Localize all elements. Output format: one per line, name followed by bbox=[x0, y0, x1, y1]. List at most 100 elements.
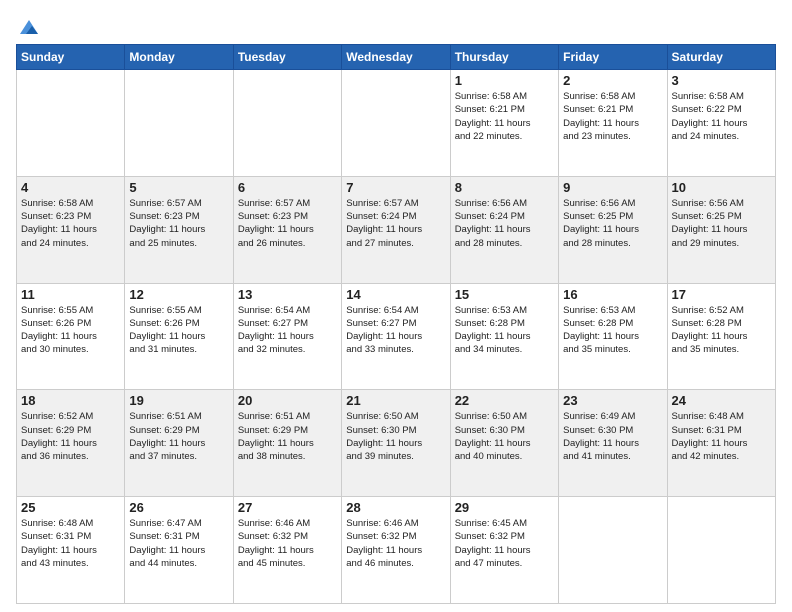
day-info: Sunrise: 6:58 AM Sunset: 6:23 PM Dayligh… bbox=[21, 197, 120, 250]
calendar-week-row: 11 Sunrise: 6:55 AM Sunset: 6:26 PM Dayli… bbox=[17, 283, 776, 390]
calendar-cell: 5 Sunrise: 6:57 AM Sunset: 6:23 PM Daylig… bbox=[125, 176, 233, 283]
day-number: 8 bbox=[455, 180, 554, 195]
day-number: 13 bbox=[238, 287, 337, 302]
day-info: Sunrise: 6:53 AM Sunset: 6:28 PM Dayligh… bbox=[455, 304, 554, 357]
calendar-week-row: 25 Sunrise: 6:48 AM Sunset: 6:31 PM Dayli… bbox=[17, 497, 776, 604]
day-info: Sunrise: 6:48 AM Sunset: 6:31 PM Dayligh… bbox=[21, 517, 120, 570]
day-number: 25 bbox=[21, 500, 120, 515]
day-info: Sunrise: 6:56 AM Sunset: 6:25 PM Dayligh… bbox=[563, 197, 662, 250]
calendar-cell: 24 Sunrise: 6:48 AM Sunset: 6:31 PM Dayli… bbox=[667, 390, 775, 497]
day-info: Sunrise: 6:55 AM Sunset: 6:26 PM Dayligh… bbox=[129, 304, 228, 357]
calendar-cell: 1Sunrise: 6:58 AM Sunset: 6:21 PM Daylig… bbox=[450, 70, 558, 177]
day-info: Sunrise: 6:49 AM Sunset: 6:30 PM Dayligh… bbox=[563, 410, 662, 463]
calendar-cell: 11 Sunrise: 6:55 AM Sunset: 6:26 PM Dayli… bbox=[17, 283, 125, 390]
day-info: Sunrise: 6:54 AM Sunset: 6:27 PM Dayligh… bbox=[238, 304, 337, 357]
day-number: 22 bbox=[455, 393, 554, 408]
day-number: 28 bbox=[346, 500, 445, 515]
day-info: Sunrise: 6:57 AM Sunset: 6:24 PM Dayligh… bbox=[346, 197, 445, 250]
day-number: 27 bbox=[238, 500, 337, 515]
calendar-cell: 21Sunrise: 6:50 AM Sunset: 6:30 PM Dayli… bbox=[342, 390, 450, 497]
day-info: Sunrise: 6:50 AM Sunset: 6:30 PM Dayligh… bbox=[455, 410, 554, 463]
calendar-cell: 3 Sunrise: 6:58 AM Sunset: 6:22 PM Daylig… bbox=[667, 70, 775, 177]
calendar-cell: 25 Sunrise: 6:48 AM Sunset: 6:31 PM Dayli… bbox=[17, 497, 125, 604]
calendar-cell: 22 Sunrise: 6:50 AM Sunset: 6:30 PM Dayli… bbox=[450, 390, 558, 497]
day-number: 18 bbox=[21, 393, 120, 408]
day-number: 23 bbox=[563, 393, 662, 408]
calendar-cell: 10 Sunrise: 6:56 AM Sunset: 6:25 PM Dayli… bbox=[667, 176, 775, 283]
day-info: Sunrise: 6:52 AM Sunset: 6:29 PM Dayligh… bbox=[21, 410, 120, 463]
calendar-cell: 29 Sunrise: 6:45 AM Sunset: 6:32 PM Dayli… bbox=[450, 497, 558, 604]
day-info: Sunrise: 6:46 AM Sunset: 6:32 PM Dayligh… bbox=[346, 517, 445, 570]
calendar-week-row: 4 Sunrise: 6:58 AM Sunset: 6:23 PM Daylig… bbox=[17, 176, 776, 283]
day-info: Sunrise: 6:56 AM Sunset: 6:24 PM Dayligh… bbox=[455, 197, 554, 250]
calendar-cell: 18 Sunrise: 6:52 AM Sunset: 6:29 PM Dayli… bbox=[17, 390, 125, 497]
calendar-cell: 14Sunrise: 6:54 AM Sunset: 6:27 PM Dayli… bbox=[342, 283, 450, 390]
day-number: 10 bbox=[672, 180, 771, 195]
day-info: Sunrise: 6:58 AM Sunset: 6:22 PM Dayligh… bbox=[672, 90, 771, 143]
day-number: 19 bbox=[129, 393, 228, 408]
day-number: 15 bbox=[455, 287, 554, 302]
day-number: 26 bbox=[129, 500, 228, 515]
day-header-saturday: Saturday bbox=[667, 45, 775, 70]
calendar-cell bbox=[17, 70, 125, 177]
day-info: Sunrise: 6:47 AM Sunset: 6:31 PM Dayligh… bbox=[129, 517, 228, 570]
day-number: 4 bbox=[21, 180, 120, 195]
calendar-cell bbox=[667, 497, 775, 604]
day-info: Sunrise: 6:51 AM Sunset: 6:29 PM Dayligh… bbox=[129, 410, 228, 463]
calendar-cell: 7 Sunrise: 6:57 AM Sunset: 6:24 PM Daylig… bbox=[342, 176, 450, 283]
day-number: 20 bbox=[238, 393, 337, 408]
calendar-cell: 20 Sunrise: 6:51 AM Sunset: 6:29 PM Dayli… bbox=[233, 390, 341, 497]
calendar-cell: 16 Sunrise: 6:53 AM Sunset: 6:28 PM Dayli… bbox=[559, 283, 667, 390]
calendar-cell: 15 Sunrise: 6:53 AM Sunset: 6:28 PM Dayli… bbox=[450, 283, 558, 390]
calendar-cell bbox=[342, 70, 450, 177]
logo-icon bbox=[18, 16, 40, 38]
calendar-cell: 17 Sunrise: 6:52 AM Sunset: 6:28 PM Dayli… bbox=[667, 283, 775, 390]
day-header-thursday: Thursday bbox=[450, 45, 558, 70]
day-number: 24 bbox=[672, 393, 771, 408]
day-number: 2 bbox=[563, 73, 662, 88]
calendar-cell: 26 Sunrise: 6:47 AM Sunset: 6:31 PM Dayli… bbox=[125, 497, 233, 604]
day-number: 16 bbox=[563, 287, 662, 302]
day-header-monday: Monday bbox=[125, 45, 233, 70]
day-number: 5 bbox=[129, 180, 228, 195]
day-number: 17 bbox=[672, 287, 771, 302]
calendar-cell: 12 Sunrise: 6:55 AM Sunset: 6:26 PM Dayli… bbox=[125, 283, 233, 390]
day-header-sunday: Sunday bbox=[17, 45, 125, 70]
logo bbox=[16, 16, 40, 36]
day-number: 11 bbox=[21, 287, 120, 302]
day-info: Sunrise: 6:57 AM Sunset: 6:23 PM Dayligh… bbox=[129, 197, 228, 250]
day-info: Sunrise: 6:56 AM Sunset: 6:25 PM Dayligh… bbox=[672, 197, 771, 250]
day-header-friday: Friday bbox=[559, 45, 667, 70]
day-number: 12 bbox=[129, 287, 228, 302]
day-info: Sunrise: 6:51 AM Sunset: 6:29 PM Dayligh… bbox=[238, 410, 337, 463]
calendar-cell bbox=[125, 70, 233, 177]
day-info: Sunrise: 6:53 AM Sunset: 6:28 PM Dayligh… bbox=[563, 304, 662, 357]
day-header-wednesday: Wednesday bbox=[342, 45, 450, 70]
day-info: Sunrise: 6:48 AM Sunset: 6:31 PM Dayligh… bbox=[672, 410, 771, 463]
day-number: 3 bbox=[672, 73, 771, 88]
day-header-tuesday: Tuesday bbox=[233, 45, 341, 70]
day-number: 29 bbox=[455, 500, 554, 515]
page: SundayMondayTuesdayWednesdayThursdayFrid… bbox=[0, 0, 792, 612]
day-number: 6 bbox=[238, 180, 337, 195]
calendar-cell: 6Sunrise: 6:57 AM Sunset: 6:23 PM Daylig… bbox=[233, 176, 341, 283]
day-number: 1 bbox=[455, 73, 554, 88]
calendar-cell bbox=[233, 70, 341, 177]
calendar-week-row: 18 Sunrise: 6:52 AM Sunset: 6:29 PM Dayli… bbox=[17, 390, 776, 497]
header bbox=[16, 12, 776, 36]
calendar-cell: 8 Sunrise: 6:56 AM Sunset: 6:24 PM Daylig… bbox=[450, 176, 558, 283]
day-info: Sunrise: 6:58 AM Sunset: 6:21 PM Dayligh… bbox=[563, 90, 662, 143]
day-info: Sunrise: 6:45 AM Sunset: 6:32 PM Dayligh… bbox=[455, 517, 554, 570]
day-info: Sunrise: 6:52 AM Sunset: 6:28 PM Dayligh… bbox=[672, 304, 771, 357]
calendar-cell: 4 Sunrise: 6:58 AM Sunset: 6:23 PM Daylig… bbox=[17, 176, 125, 283]
day-info: Sunrise: 6:46 AM Sunset: 6:32 PM Dayligh… bbox=[238, 517, 337, 570]
day-info: Sunrise: 6:50 AM Sunset: 6:30 PM Dayligh… bbox=[346, 410, 445, 463]
calendar-cell: 28 Sunrise: 6:46 AM Sunset: 6:32 PM Dayli… bbox=[342, 497, 450, 604]
day-info: Sunrise: 6:55 AM Sunset: 6:26 PM Dayligh… bbox=[21, 304, 120, 357]
day-number: 9 bbox=[563, 180, 662, 195]
calendar-header-row: SundayMondayTuesdayWednesdayThursdayFrid… bbox=[17, 45, 776, 70]
day-number: 7 bbox=[346, 180, 445, 195]
calendar-cell: 9 Sunrise: 6:56 AM Sunset: 6:25 PM Daylig… bbox=[559, 176, 667, 283]
calendar-cell: 23 Sunrise: 6:49 AM Sunset: 6:30 PM Dayli… bbox=[559, 390, 667, 497]
calendar-table: SundayMondayTuesdayWednesdayThursdayFrid… bbox=[16, 44, 776, 604]
